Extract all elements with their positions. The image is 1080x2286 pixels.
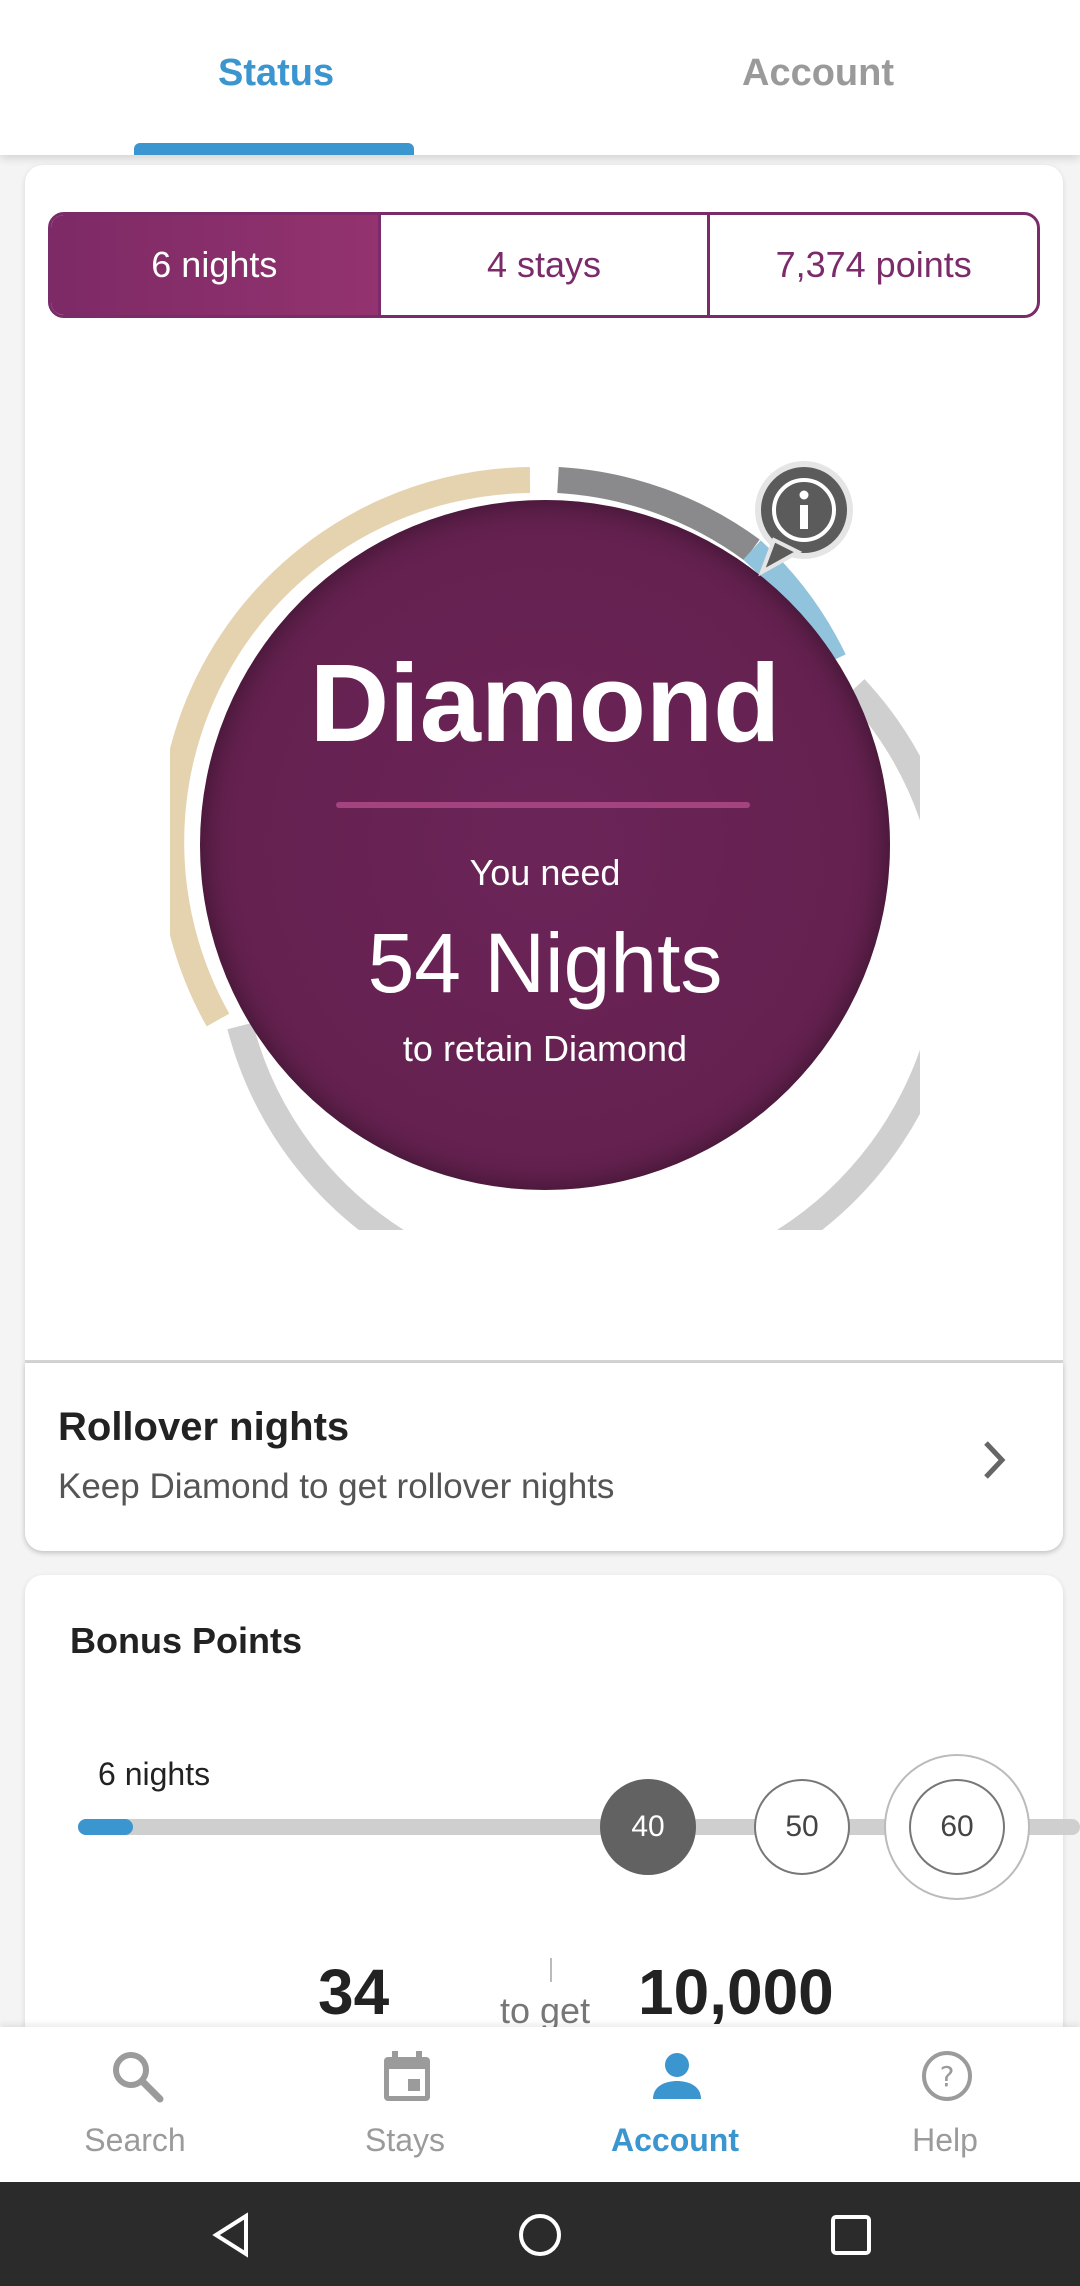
back-icon[interactable] xyxy=(208,2212,254,2258)
home-icon[interactable] xyxy=(517,2212,563,2258)
nav-help-label: Help xyxy=(912,2122,978,2158)
top-tab-bar: Status Account xyxy=(0,0,1080,155)
bottom-navigation: Search Stays Account ? Help xyxy=(0,2027,1080,2182)
bonus-current-nights: 6 nights xyxy=(98,1756,211,1792)
tier-circle xyxy=(200,500,890,1190)
stat-segmented-control: 6 nights 4 stays 7,374 points xyxy=(48,212,1040,318)
nav-account[interactable]: Account xyxy=(540,2027,810,2182)
nav-search[interactable]: Search xyxy=(0,2027,270,2182)
person-icon xyxy=(650,2049,704,2103)
bonus-progress-fill xyxy=(78,1819,134,1835)
milestone-50[interactable]: 50 xyxy=(754,1779,850,1875)
segment-nights[interactable]: 6 nights xyxy=(51,215,381,315)
recents-icon[interactable] xyxy=(828,2212,874,2258)
nav-account-label: Account xyxy=(611,2122,739,2158)
help-icon: ? xyxy=(920,2049,974,2103)
tier-divider xyxy=(336,802,750,808)
tab-account[interactable]: Account xyxy=(742,52,894,95)
svg-text:?: ? xyxy=(940,2060,955,2093)
system-nav-bar xyxy=(0,2182,1080,2286)
need-value: 54 Nights xyxy=(367,916,723,1010)
rollover-subtitle: Keep Diamond to get rollover nights xyxy=(58,1467,615,1506)
bonus-reward: 10,000 xyxy=(638,1956,834,2028)
segment-stays[interactable]: 4 stays xyxy=(381,215,711,315)
tab-status[interactable]: Status xyxy=(218,52,334,95)
nav-help[interactable]: ? Help xyxy=(810,2027,1080,2182)
milestone-40[interactable]: 40 xyxy=(600,1779,696,1875)
nights-remaining: 34 xyxy=(318,1956,390,2028)
status-ring: Diamond You need 54 Nights to retain Dia… xyxy=(170,460,920,1230)
nav-search-label: Search xyxy=(84,2122,186,2158)
milestone-60[interactable]: 60 xyxy=(909,1779,1005,1875)
nav-stays-label: Stays xyxy=(364,2122,446,2158)
need-label: You need xyxy=(469,852,621,893)
bonus-title: Bonus Points xyxy=(70,1620,302,1661)
calendar-icon xyxy=(380,2049,434,2103)
rollover-row[interactable] xyxy=(25,1363,1063,1551)
nav-stays[interactable]: Stays xyxy=(270,2027,540,2182)
tier-title: Diamond xyxy=(309,642,781,765)
segment-points[interactable]: 7,374 points xyxy=(710,215,1037,315)
search-icon xyxy=(110,2049,164,2103)
info-icon[interactable] xyxy=(754,460,854,590)
bonus-divider xyxy=(550,1958,552,1982)
to-get-label: to get xyxy=(500,1990,591,2031)
tab-indicator xyxy=(134,143,414,155)
rollover-title: Rollover nights xyxy=(58,1405,350,1449)
need-subtitle: to retain Diamond xyxy=(402,1028,688,1069)
chevron-right-icon xyxy=(980,1435,1010,1485)
